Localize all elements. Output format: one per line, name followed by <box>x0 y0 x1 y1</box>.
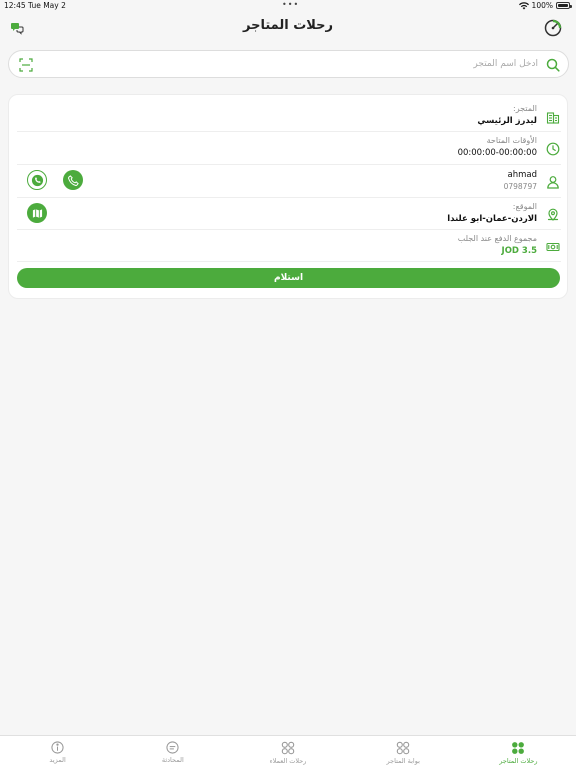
tab-more[interactable]: المزيد <box>0 736 115 768</box>
grid-icon <box>281 741 295 755</box>
tab-store-portal[interactable]: بوابة المتاجر <box>346 736 461 768</box>
trip-card: المتجر: ليدرز الرئيسي الأوقات المتاحة 00… <box>8 94 568 299</box>
status-time: 12:45 <box>4 1 26 10</box>
store-value: ليدرز الرئيسي <box>477 116 537 126</box>
store-row: المتجر: ليدرز الرئيسي <box>17 101 561 132</box>
status-bar: 12:45 Tue May 2 ••• 100% <box>0 0 576 12</box>
header: رحلات المتاجر <box>0 12 576 42</box>
times-label: الأوقات المتاحة <box>486 136 537 145</box>
whatsapp-button[interactable] <box>27 170 47 190</box>
battery-percent: 100% <box>531 1 553 10</box>
times-value: 00:00:00-00:00:00 <box>457 148 537 158</box>
customer-name: ahmad <box>507 170 537 180</box>
battery-icon <box>556 2 572 9</box>
tab-store-trips[interactable]: رحلات المتاجر <box>461 736 576 768</box>
user-icon <box>545 174 561 190</box>
gauge-icon[interactable] <box>544 19 562 37</box>
search-bar <box>8 50 569 78</box>
whatsapp-icon <box>31 174 43 186</box>
tab-label: المحادثة <box>161 756 184 764</box>
location-value: الاردن-عمان-ابو علندا <box>447 214 537 224</box>
tab-label: رحلات العملاء <box>269 757 307 765</box>
cash-icon <box>545 239 561 255</box>
multitask-dots-icon[interactable]: ••• <box>282 0 299 9</box>
chat-icon <box>166 741 179 754</box>
grid-icon <box>512 742 525 754</box>
tab-customer-trips[interactable]: رحلات العملاء <box>230 736 345 768</box>
store-label: المتجر: <box>513 104 537 113</box>
location-row: الموقع: الاردن-عمان-ابو علندا <box>17 198 561 230</box>
search-icon[interactable] <box>546 57 560 76</box>
tab-bar: المزيد المحادثة رحلات العملاء بوابة المت… <box>0 735 576 768</box>
map-icon <box>32 208 42 218</box>
receive-button[interactable]: استلام <box>17 268 560 288</box>
location-label: الموقع: <box>512 202 537 211</box>
tab-label: المزيد <box>49 756 66 764</box>
payment-label: مجموع الدفع عند الجلب <box>457 234 537 243</box>
times-row: الأوقات المتاحة 00:00:00-00:00:00 <box>17 132 561 165</box>
phone-icon <box>67 174 79 186</box>
customer-row: ahmad 0798797 <box>17 165 561 198</box>
page-title: رحلات المتاجر <box>242 18 333 33</box>
wifi-icon <box>518 1 529 9</box>
status-right: 100% <box>518 1 572 10</box>
customer-phone: 0798797 <box>503 182 537 191</box>
info-icon <box>51 741 64 754</box>
scan-icon[interactable] <box>19 57 33 76</box>
clock-icon <box>545 141 561 157</box>
tab-chat[interactable]: المحادثة <box>115 736 230 768</box>
store-building-icon <box>545 109 561 125</box>
map-button[interactable] <box>27 203 47 223</box>
tab-label: رحلات المتاجر <box>499 757 538 765</box>
location-pin-icon <box>545 207 561 223</box>
payment-row: مجموع الدفع عند الجلب JOD 3.5 <box>17 230 561 262</box>
search-input[interactable] <box>43 56 538 72</box>
status-date: Tue May 2 <box>28 1 66 10</box>
tab-label: بوابة المتاجر <box>386 757 420 765</box>
grid-icon <box>396 741 410 755</box>
call-button[interactable] <box>63 170 83 190</box>
payment-value: JOD 3.5 <box>501 246 537 256</box>
